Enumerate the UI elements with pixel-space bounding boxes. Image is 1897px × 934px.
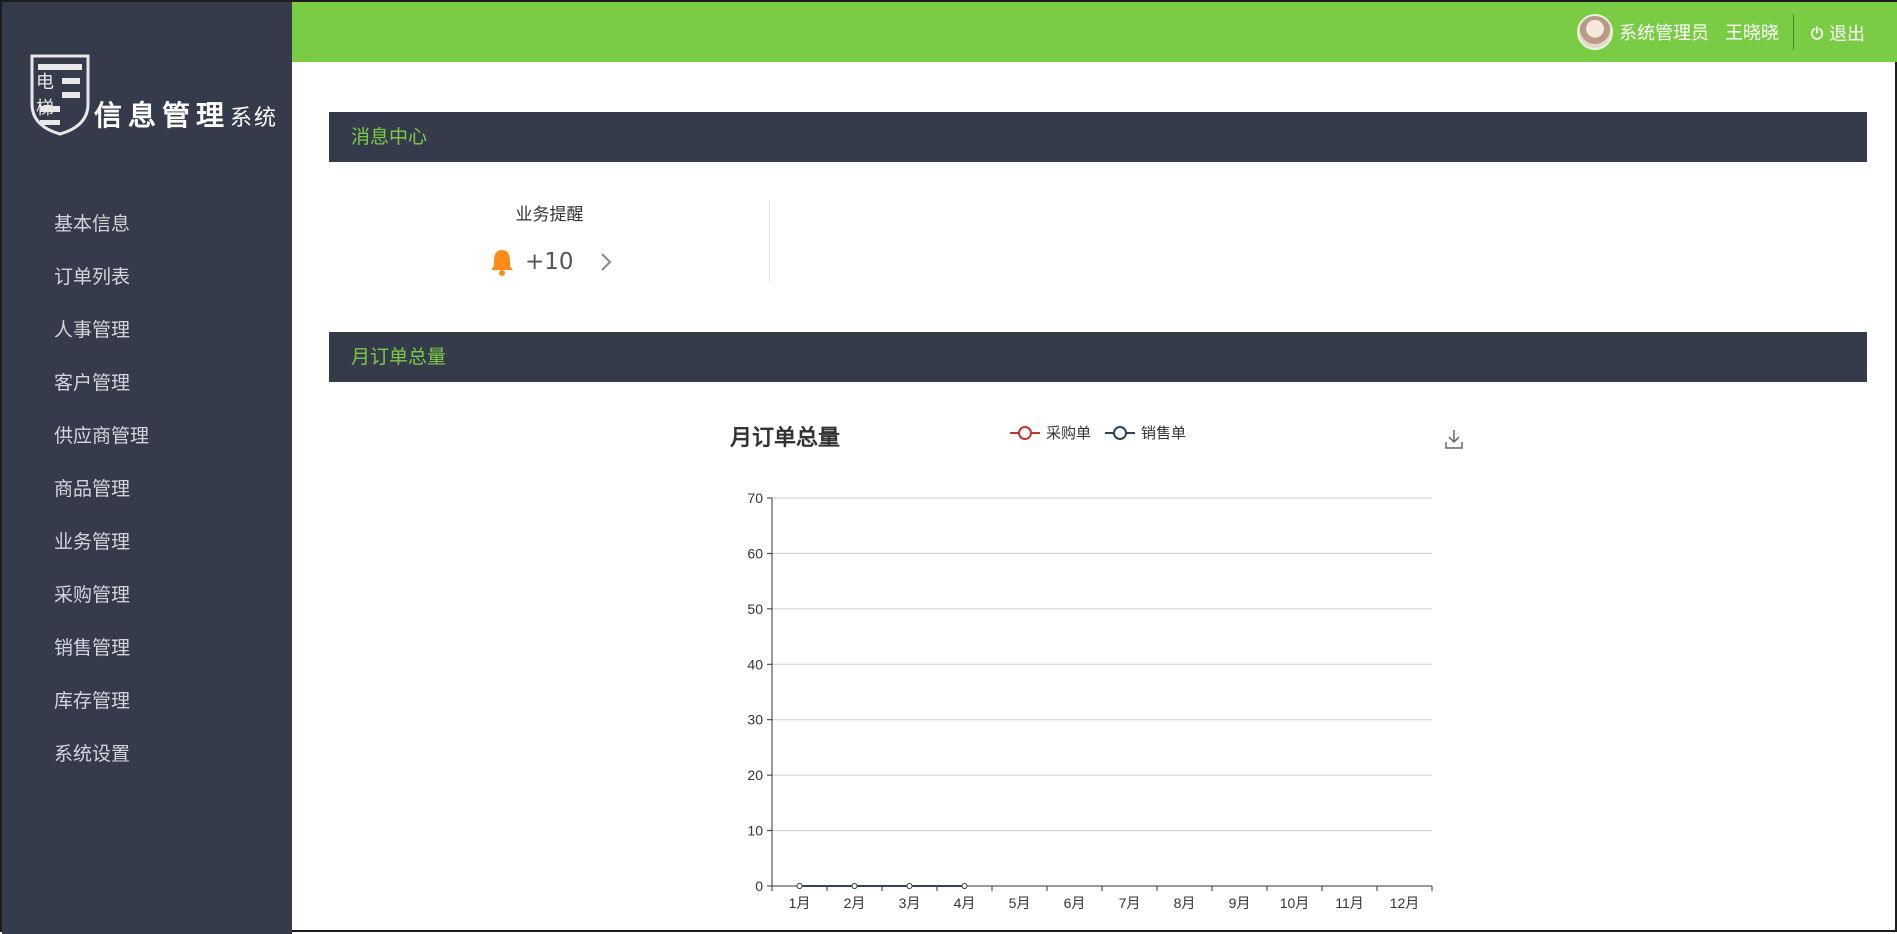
legend-purchase-marker — [1010, 425, 1040, 440]
app-frame: 电梯 信息管理系统 基本信息 订单列表 人事管理 客户管理 供应商管理 商品管理… — [0, 0, 1897, 934]
y-tick-label: 30 — [747, 712, 763, 728]
sidebar-item-business[interactable]: 业务管理 — [2, 516, 292, 569]
legend-label-sales: 销售单 — [1141, 424, 1187, 442]
y-tick-label: 40 — [747, 656, 763, 672]
power-icon — [1810, 26, 1824, 40]
monthly-orders-header: 月订单总量 — [329, 332, 1867, 382]
avatar[interactable] — [1577, 14, 1613, 50]
sidebar-item-sales[interactable]: 销售管理 — [2, 622, 292, 675]
user-name: 王晓晓 — [1725, 23, 1779, 44]
x-tick-label: 9月 — [1229, 895, 1251, 911]
y-tick-label: 10 — [747, 823, 763, 839]
bell-icon — [491, 250, 513, 276]
x-tick-label: 3月 — [899, 895, 921, 911]
sidebar-nav: 基本信息 订单列表 人事管理 客户管理 供应商管理 商品管理 业务管理 采购管理… — [2, 198, 292, 781]
chart-legend: 采购单 销售单 — [1010, 422, 1200, 443]
logo-text: 信息管理系统 — [94, 94, 278, 134]
data-point-1 — [851, 883, 858, 889]
sidebar-item-settings[interactable]: 系统设置 — [2, 728, 292, 781]
header-divider — [1793, 14, 1794, 50]
sidebar-item-products[interactable]: 商品管理 — [2, 463, 292, 516]
sidebar-item-order-list[interactable]: 订单列表 — [2, 251, 292, 304]
y-tick-label: 70 — [747, 490, 763, 506]
reminder-count: +10 — [525, 249, 574, 275]
monthly-orders-chart: 0 10 20 30 40 50 60 70 1月 2月 3月 4月 5月 6月 7月 8月 9月 10月 11月 1… — [722, 412, 1482, 922]
reminder-link[interactable]: +10 — [489, 248, 612, 276]
x-tick-label: 8月 — [1174, 895, 1196, 911]
business-reminder-card: 业务提醒 +10 — [329, 200, 770, 282]
sidebar-item-purchase[interactable]: 采购管理 — [2, 569, 292, 622]
chevron-right-icon — [600, 253, 611, 271]
user-info[interactable]: 系统管理员 王晓晓 — [1577, 14, 1779, 50]
sidebar-item-suppliers[interactable]: 供应商管理 — [2, 410, 292, 463]
user-role: 系统管理员 — [1619, 23, 1709, 44]
sidebar: 电梯 信息管理系统 基本信息 订单列表 人事管理 客户管理 供应商管理 商品管理… — [2, 2, 292, 934]
x-tick-label: 1月 — [789, 895, 811, 911]
legend-item-purchase[interactable]: 采购单 — [1010, 422, 1091, 443]
chart-plot: 0 10 20 30 40 50 60 70 1月 2月 3月 4月 5月 6月 7月 8月 9月 10月 11月 1… — [747, 490, 1433, 911]
data-point-1 — [906, 883, 913, 889]
logo-subtitle: 系统 — [230, 106, 279, 131]
y-tick-label: 60 — [747, 545, 763, 561]
data-point-1 — [796, 883, 803, 889]
legend-label-purchase: 采购单 — [1046, 424, 1092, 442]
y-tick-label: 0 — [755, 878, 763, 894]
legend-item-sales[interactable]: 销售单 — [1105, 422, 1186, 443]
x-tick-label: 10月 — [1280, 895, 1310, 911]
logo-badge-text: 电梯 — [36, 72, 54, 119]
x-tick-label: 12月 — [1390, 895, 1420, 911]
x-tick-label: 4月 — [954, 895, 976, 911]
top-header: 系统管理员 王晓晓 退出 — [292, 2, 1897, 62]
reminder-label: 业务提醒 — [515, 205, 584, 225]
logo-title: 信息管理 — [94, 99, 231, 132]
x-tick-label: 11月 — [1335, 895, 1364, 911]
x-tick-label: 7月 — [1119, 895, 1141, 911]
x-tick-label: 2月 — [844, 895, 866, 911]
sidebar-item-basic-info[interactable]: 基本信息 — [2, 198, 292, 251]
download-icon[interactable] — [1444, 428, 1464, 450]
x-tick-label: 5月 — [1009, 895, 1031, 911]
logo: 电梯 信息管理系统 — [28, 50, 278, 140]
sidebar-item-inventory[interactable]: 库存管理 — [2, 675, 292, 728]
x-tick-label: 6月 — [1064, 895, 1086, 911]
logout-button[interactable]: 退出 — [1810, 20, 1865, 46]
sidebar-item-customers[interactable]: 客户管理 — [2, 357, 292, 410]
chart-title: 月订单总量 — [730, 426, 841, 451]
logout-label: 退出 — [1829, 24, 1865, 45]
y-tick-label: 50 — [747, 601, 763, 617]
message-center-header: 消息中心 — [329, 112, 1867, 162]
sidebar-item-hr[interactable]: 人事管理 — [2, 304, 292, 357]
legend-sales-marker — [1105, 425, 1136, 440]
data-point-1 — [961, 883, 968, 889]
y-tick-label: 20 — [747, 767, 763, 783]
